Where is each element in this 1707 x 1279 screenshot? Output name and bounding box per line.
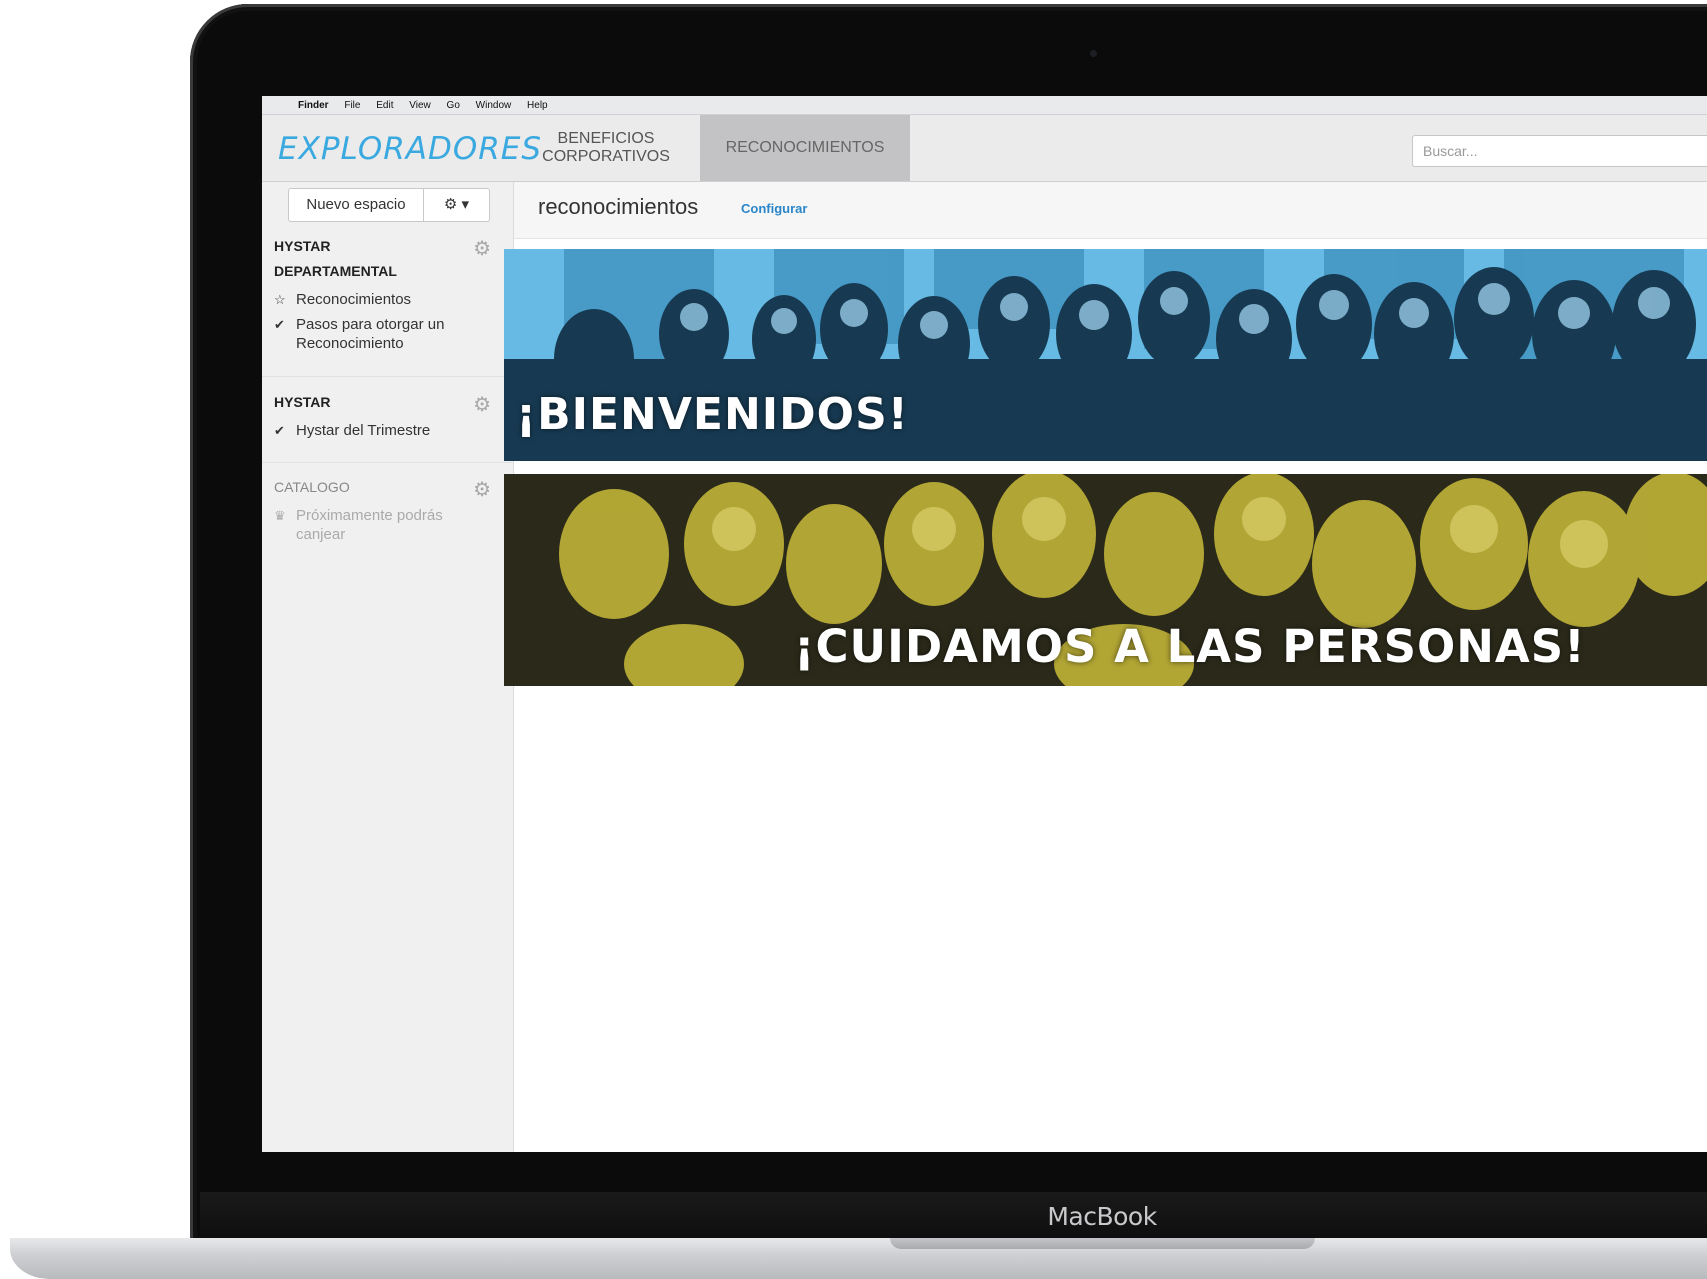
menu-help[interactable]: Help	[527, 100, 548, 111]
crown-icon: ♛	[274, 508, 286, 523]
sidebar-item-label: Reconocimientos	[296, 291, 412, 308]
sidebar-item-label: Próximamente podrás canjear	[296, 507, 443, 543]
check-icon: ✔	[274, 423, 285, 438]
laptop-notch	[890, 1238, 1315, 1249]
laptop-chin	[200, 1192, 1707, 1240]
menu-edit[interactable]: Edit	[376, 100, 393, 111]
gear-icon[interactable]: ⚙	[473, 477, 491, 502]
space-settings-dropdown[interactable]: ⚙ ▾	[424, 188, 490, 222]
section-title: HYSTAR DEPARTAMENTAL	[274, 238, 397, 279]
main-header: reconocimientos Configurar	[514, 182, 1707, 239]
menu-window[interactable]: Window	[476, 100, 512, 111]
tab-label: RECONOCIMIENTOS	[725, 139, 885, 156]
sidebar-item-reconocimientos[interactable]: ☆ Reconocimientos	[274, 290, 513, 309]
gear-icon[interactable]: ⚙	[473, 236, 491, 261]
page-title: reconocimientos	[538, 194, 699, 219]
check-icon: ✔	[274, 317, 285, 332]
gear-icon[interactable]: ⚙	[473, 392, 491, 417]
sidebar-item-pasos[interactable]: ✔ Pasos para otorgar un Reconocimiento	[274, 315, 513, 353]
new-space-button[interactable]: Nuevo espacio	[288, 188, 424, 222]
logo-text: EXPLORADORES	[278, 131, 543, 167]
sidebar-section-catalogo: CATALOGO ⚙ ♛ Próximamente podrás canjear	[262, 475, 513, 544]
top-navigation: EXPLORADORES BENEFICIOS CORPORATIVOS REC…	[262, 115, 1707, 182]
search-input[interactable]: Buscar...	[1412, 135, 1707, 167]
banner-title: ¡CUIDAMOS A LAS PERSONAS!	[794, 620, 1586, 673]
menu-finder[interactable]: Finder	[298, 100, 329, 111]
sidebar-section-hystar-departamental: HYSTAR DEPARTAMENTAL ⚙ ☆ Reconocimientos…	[262, 234, 513, 353]
section-title: HYSTAR	[274, 394, 331, 410]
section-title: CATALOGO	[274, 479, 350, 495]
camera	[1090, 50, 1097, 57]
banner-cuidamos[interactable]: ¡CUIDAMOS A LAS PERSONAS!	[504, 474, 1707, 686]
logo[interactable]: EXPLORADORES	[278, 131, 542, 167]
tab-reconocimientos[interactable]: RECONOCIMIENTOS	[700, 115, 910, 181]
banner-bienvenidos[interactable]: ¡BIENVENIDOS!	[504, 249, 1707, 461]
star-icon: ☆	[274, 292, 286, 307]
divider	[262, 376, 513, 377]
menu-go[interactable]: Go	[447, 100, 460, 111]
divider	[262, 462, 513, 463]
search-placeholder: Buscar...	[1423, 143, 1478, 159]
sidebar-item-hystar-del-trimestre[interactable]: ✔ Hystar del Trimestre	[274, 421, 513, 440]
sidebar-section-hystar: HYSTAR ⚙ ✔ Hystar del Trimestre	[262, 390, 513, 440]
tab-label-line1: BENEFICIOS	[557, 130, 655, 147]
sidebar-item-label: Pasos para otorgar un Reconocimiento	[296, 316, 445, 352]
tab-beneficios-corporativos[interactable]: BENEFICIOS CORPORATIVOS	[512, 115, 700, 181]
screen: Finder File Edit View Go Window Help EXP…	[262, 96, 1707, 1152]
tab-label-line2: CORPORATIVOS	[542, 148, 670, 165]
menu-file[interactable]: File	[344, 100, 360, 111]
sidebar-item-proximamente[interactable]: ♛ Próximamente podrás canjear	[274, 506, 513, 544]
device-label: MacBook	[1047, 1202, 1157, 1231]
configure-link[interactable]: Configurar	[741, 201, 807, 216]
sidebar-item-label: Hystar del Trimestre	[296, 422, 431, 439]
menu-view[interactable]: View	[409, 100, 431, 111]
banner-title: ¡BIENVENIDOS!	[516, 389, 909, 440]
menu-bar: Finder File Edit View Go Window Help	[262, 96, 1707, 115]
laptop-base	[10, 1238, 1707, 1279]
